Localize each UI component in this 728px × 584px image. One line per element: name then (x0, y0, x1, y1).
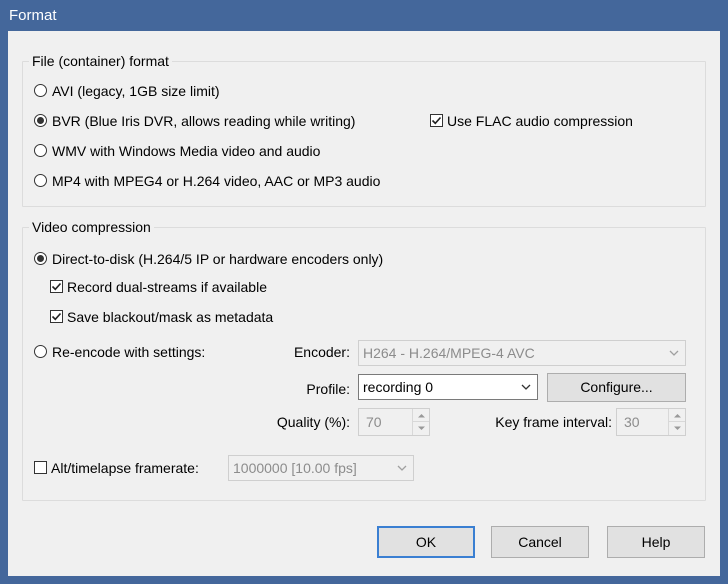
mp4-radio[interactable] (34, 174, 47, 187)
checkmark-icon (51, 282, 62, 291)
spin-arrows-icon[interactable] (668, 409, 685, 435)
profile-label: Profile: (306, 381, 350, 397)
mp4-radio-label[interactable]: MP4 with MPEG4 or H.264 video, AAC or MP… (52, 172, 380, 190)
quality-spinner[interactable]: 70 (358, 408, 430, 436)
timelapse-label[interactable]: Alt/timelapse framerate: (51, 459, 199, 477)
direct-to-disk-radio[interactable] (34, 252, 47, 265)
ok-button[interactable]: OK (377, 526, 475, 558)
key-frame-spinner[interactable]: 30 (616, 408, 686, 436)
blackout-mask-label[interactable]: Save blackout/mask as metadata (67, 308, 273, 326)
bvr-radio-label[interactable]: BVR (Blue Iris DVR, allows reading while… (52, 112, 355, 130)
bvr-radio[interactable] (34, 114, 47, 127)
wmv-radio[interactable] (34, 144, 47, 157)
encoder-select[interactable]: H264 - H.264/MPEG-4 AVC (358, 340, 686, 366)
profile-select[interactable]: recording 0 (358, 374, 538, 400)
encoder-select-value: H264 - H.264/MPEG-4 AVC (363, 345, 535, 361)
avi-radio[interactable] (34, 84, 47, 97)
cancel-button[interactable]: Cancel (491, 526, 589, 558)
chevron-down-icon (519, 375, 533, 399)
reencode-radio[interactable] (34, 345, 47, 358)
direct-to-disk-label[interactable]: Direct-to-disk (H.264/5 IP or hardware e… (52, 250, 383, 268)
dialog-title: Format (0, 0, 728, 31)
wmv-radio-label[interactable]: WMV with Windows Media video and audio (52, 142, 320, 160)
video-compression-group-label: Video compression (29, 218, 154, 236)
timelapse-select-value: 1000000 [10.00 fps] (233, 460, 357, 476)
chevron-down-icon (395, 456, 409, 480)
blackout-mask-checkbox[interactable] (50, 310, 63, 323)
configure-button[interactable]: Configure... (547, 373, 686, 402)
checkmark-icon (431, 116, 442, 125)
checkmark-icon (51, 312, 62, 321)
quality-value: 70 (366, 414, 382, 430)
timelapse-checkbox[interactable] (34, 461, 47, 474)
help-button[interactable]: Help (607, 526, 705, 558)
key-frame-label: Key frame interval: (495, 414, 612, 430)
file-format-group-label: File (container) format (29, 52, 172, 70)
avi-radio-label[interactable]: AVI (legacy, 1GB size limit) (52, 82, 220, 100)
format-dialog: Format File (container) format AVI (lega… (0, 0, 728, 584)
flac-checkbox-label[interactable]: Use FLAC audio compression (447, 112, 633, 130)
encoder-label: Encoder: (293, 344, 350, 360)
profile-select-value: recording 0 (363, 379, 434, 395)
quality-label: Quality (%): (276, 414, 350, 430)
flac-checkbox[interactable] (430, 114, 443, 127)
dialog-body: File (container) format AVI (legacy, 1GB… (8, 31, 720, 576)
chevron-down-icon (667, 341, 681, 365)
timelapse-select[interactable]: 1000000 [10.00 fps] (228, 455, 414, 481)
key-frame-value: 30 (624, 414, 640, 430)
spin-arrows-icon[interactable] (412, 409, 429, 435)
dual-streams-label[interactable]: Record dual-streams if available (67, 278, 267, 296)
reencode-label[interactable]: Re-encode with settings: (52, 343, 205, 361)
dual-streams-checkbox[interactable] (50, 280, 63, 293)
